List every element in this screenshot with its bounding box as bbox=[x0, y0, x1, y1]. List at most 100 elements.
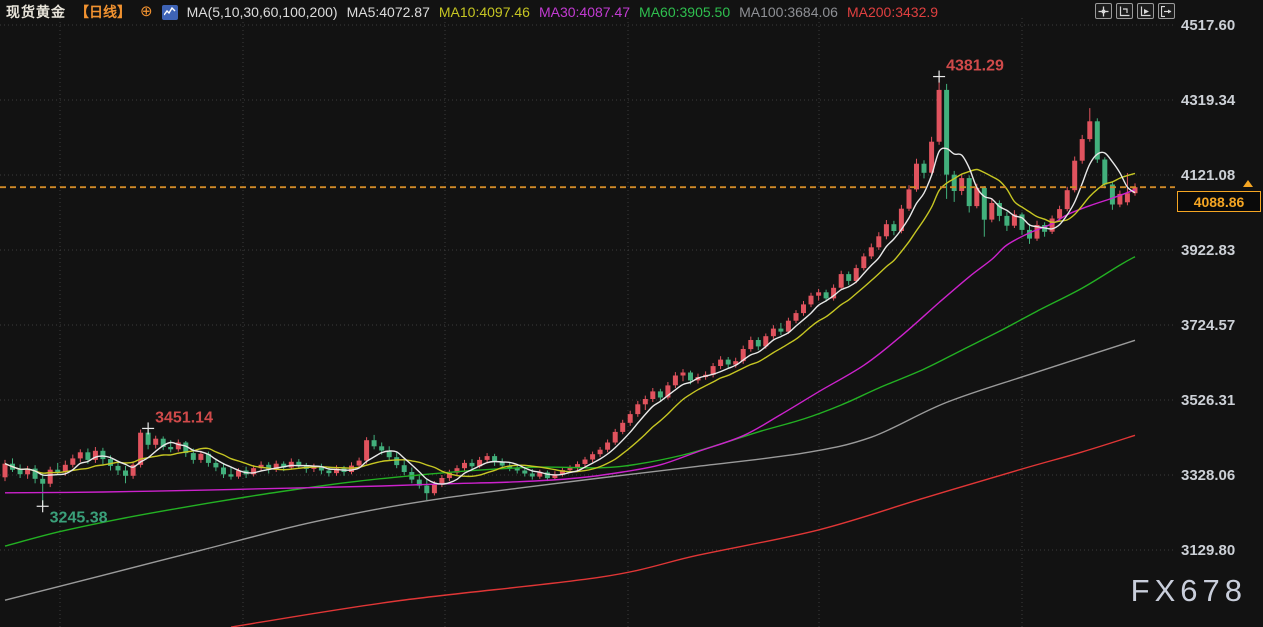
candle[interactable] bbox=[620, 423, 625, 432]
candle[interactable] bbox=[771, 329, 776, 337]
x-axis-scale-icon[interactable] bbox=[1137, 3, 1154, 19]
candle[interactable] bbox=[613, 432, 618, 443]
candle[interactable] bbox=[379, 446, 384, 450]
candle[interactable] bbox=[748, 340, 753, 349]
y-axis-scale-icon[interactable] bbox=[1116, 3, 1133, 19]
candle[interactable] bbox=[40, 479, 45, 484]
candle[interactable] bbox=[1004, 216, 1009, 226]
candle[interactable] bbox=[146, 433, 151, 445]
candle[interactable] bbox=[605, 443, 610, 450]
candle[interactable] bbox=[989, 203, 994, 220]
candle[interactable] bbox=[70, 458, 75, 464]
candle[interactable] bbox=[485, 456, 490, 460]
candle[interactable] bbox=[628, 414, 633, 423]
candle[interactable] bbox=[650, 391, 655, 399]
candle[interactable] bbox=[846, 274, 851, 281]
candle[interactable] bbox=[439, 478, 444, 484]
candle[interactable] bbox=[289, 462, 294, 468]
candle[interactable] bbox=[583, 460, 588, 465]
candle[interactable] bbox=[861, 256, 866, 268]
candle[interactable] bbox=[522, 471, 527, 474]
candle[interactable] bbox=[470, 463, 475, 466]
candle[interactable] bbox=[598, 450, 603, 455]
timeframe-label[interactable]: 【日线】 bbox=[75, 2, 131, 22]
candle[interactable] bbox=[55, 470, 60, 472]
candle[interactable] bbox=[884, 224, 889, 236]
candle[interactable] bbox=[891, 224, 896, 231]
candle[interactable] bbox=[914, 164, 919, 190]
candle[interactable] bbox=[673, 376, 678, 386]
candle[interactable] bbox=[839, 274, 844, 288]
candle[interactable] bbox=[530, 474, 535, 477]
candle[interactable] bbox=[191, 453, 196, 460]
candle[interactable] bbox=[462, 463, 467, 468]
watermark: FX678 bbox=[1131, 573, 1247, 609]
candle[interactable] bbox=[18, 470, 23, 475]
candle[interactable] bbox=[876, 236, 881, 247]
candle[interactable] bbox=[357, 461, 362, 466]
candle[interactable] bbox=[967, 178, 972, 206]
candle[interactable] bbox=[801, 304, 806, 313]
candle[interactable] bbox=[394, 457, 399, 465]
candle[interactable] bbox=[432, 484, 437, 493]
candle[interactable] bbox=[372, 440, 377, 446]
candle[interactable] bbox=[816, 292, 821, 295]
candle[interactable] bbox=[168, 447, 173, 449]
candle[interactable] bbox=[123, 471, 128, 476]
candle[interactable] bbox=[869, 247, 874, 256]
candle[interactable] bbox=[809, 296, 814, 305]
candle[interactable] bbox=[718, 360, 723, 366]
candle[interactable] bbox=[153, 439, 158, 445]
candle[interactable] bbox=[658, 391, 663, 397]
price-chart-canvas[interactable]: 4381.293451.143245.384517.604319.344121.… bbox=[0, 0, 1263, 627]
candle[interactable] bbox=[907, 189, 912, 208]
candle[interactable] bbox=[108, 459, 113, 466]
candle[interactable] bbox=[364, 440, 369, 460]
candle[interactable] bbox=[402, 465, 407, 472]
candle[interactable] bbox=[1057, 209, 1062, 219]
exit-chart-icon[interactable] bbox=[1158, 3, 1175, 19]
candle[interactable] bbox=[824, 292, 829, 298]
candle[interactable] bbox=[937, 90, 942, 142]
candle[interactable] bbox=[116, 466, 121, 471]
candle[interactable] bbox=[78, 452, 83, 458]
add-indicator-icon[interactable]: ⊕ bbox=[140, 5, 153, 19]
candle[interactable] bbox=[221, 468, 226, 475]
candle[interactable] bbox=[854, 268, 859, 281]
candle[interactable] bbox=[959, 178, 964, 191]
candle[interactable] bbox=[1087, 121, 1092, 139]
candle[interactable] bbox=[100, 451, 105, 459]
candle[interactable] bbox=[85, 452, 90, 460]
candle[interactable] bbox=[944, 90, 949, 175]
candle[interactable] bbox=[756, 340, 761, 346]
candle[interactable] bbox=[794, 313, 799, 321]
candle[interactable] bbox=[643, 399, 648, 404]
candle[interactable] bbox=[590, 454, 595, 459]
candle[interactable] bbox=[778, 329, 783, 332]
candle[interactable] bbox=[786, 321, 791, 332]
candle[interactable] bbox=[213, 463, 218, 468]
candle[interactable] bbox=[349, 466, 354, 472]
candle[interactable] bbox=[922, 164, 927, 173]
candle[interactable] bbox=[726, 360, 731, 365]
candle[interactable] bbox=[1080, 139, 1085, 161]
mid-high-price-label: 3451.14 bbox=[155, 409, 213, 426]
candle[interactable] bbox=[48, 470, 53, 484]
candlestick-chart-icon[interactable] bbox=[162, 5, 178, 20]
candle[interactable] bbox=[1125, 193, 1130, 202]
candle[interactable] bbox=[326, 471, 331, 474]
low-price-label: 3245.38 bbox=[50, 509, 108, 526]
candle[interactable] bbox=[635, 404, 640, 414]
high-marker bbox=[933, 71, 945, 83]
candle[interactable] bbox=[688, 373, 693, 381]
candle[interactable] bbox=[1065, 190, 1070, 209]
candle[interactable] bbox=[1072, 161, 1077, 191]
candle[interactable] bbox=[3, 464, 8, 478]
candle[interactable] bbox=[229, 474, 234, 476]
candle[interactable] bbox=[982, 188, 987, 220]
pan-tool-icon[interactable] bbox=[1095, 3, 1112, 19]
candle[interactable] bbox=[198, 454, 203, 460]
candle[interactable] bbox=[1102, 160, 1107, 185]
candle[interactable] bbox=[424, 486, 429, 494]
candle[interactable] bbox=[681, 373, 686, 376]
